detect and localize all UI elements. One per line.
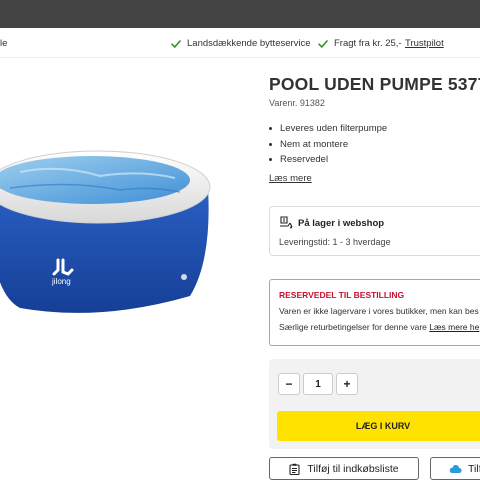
cloud-button-label: Tilf [468, 462, 480, 475]
stock-title: På lager i webshop [298, 218, 385, 229]
check-icon [318, 39, 328, 48]
cloud-icon [449, 464, 462, 473]
usp-label: Fragt fra kr. 25,- [334, 38, 402, 49]
quantity-decrease-button[interactable]: − [278, 373, 300, 395]
usp-bytteservice: Landsdækkende bytteservice [171, 38, 311, 49]
reserve-notice: RESERVEDEL TIL BESTILLING Varen er ikke … [269, 279, 480, 346]
svg-text:jilong: jilong [51, 277, 71, 286]
add-to-cart-button[interactable]: LÆG I KURV [277, 411, 480, 441]
product-title: POOL UDEN PUMPE 5377 L [269, 74, 480, 94]
read-more-link[interactable]: Læs mere [269, 173, 312, 184]
delivery-time: Leveringstid: 1 - 3 hverdage [279, 237, 391, 247]
usp-cut-text: le [0, 38, 8, 49]
feature-item: Nem at montere [269, 139, 387, 155]
product-sku: Varenr. 91382 [269, 98, 325, 108]
trustpilot-link[interactable]: Trustpilot [405, 38, 444, 49]
reserve-return-text: Særlige returbetingelser for denne vare … [279, 322, 479, 332]
return-conditions-text: Særlige returbetingelser for denne vare [279, 322, 427, 332]
product-features: Leveres uden filterpumpe Nem at montere … [269, 123, 387, 170]
quantity-input[interactable] [303, 373, 333, 395]
warehouse-icon [280, 216, 293, 229]
pool-image: jilong [0, 150, 211, 313]
stock-status-box: På lager i webshop Leveringstid: 1 - 3 h… [269, 206, 480, 256]
quantity-increase-button[interactable]: + [336, 373, 358, 395]
usp-fragt: Fragt fra kr. 25,- [318, 38, 402, 49]
add-to-shopping-list-button[interactable]: Tilføj til indkøbsliste [269, 457, 419, 480]
check-icon [171, 39, 181, 48]
top-navigation-bar [0, 0, 480, 28]
reserve-text: Varen er ikke lagervare i vores butikker… [279, 306, 479, 316]
reserve-title: RESERVEDEL TIL BESTILLING [279, 290, 405, 300]
usp-bar: le Landsdækkende bytteservice Fragt fra … [0, 28, 480, 58]
product-image[interactable]: jilong [0, 60, 250, 480]
feature-item: Leveres uden filterpumpe [269, 123, 387, 139]
reserve-read-more-link[interactable]: Læs mere he [429, 322, 479, 332]
usp-label: Landsdækkende bytteservice [187, 38, 311, 49]
clipboard-list-icon [289, 463, 300, 475]
feature-item: Reservedel [269, 154, 387, 170]
shopping-list-label: Tilføj til indkøbsliste [307, 462, 399, 475]
save-to-cloud-button[interactable]: Tilf [430, 457, 480, 480]
buy-panel: − + LÆG I KURV [269, 359, 480, 449]
